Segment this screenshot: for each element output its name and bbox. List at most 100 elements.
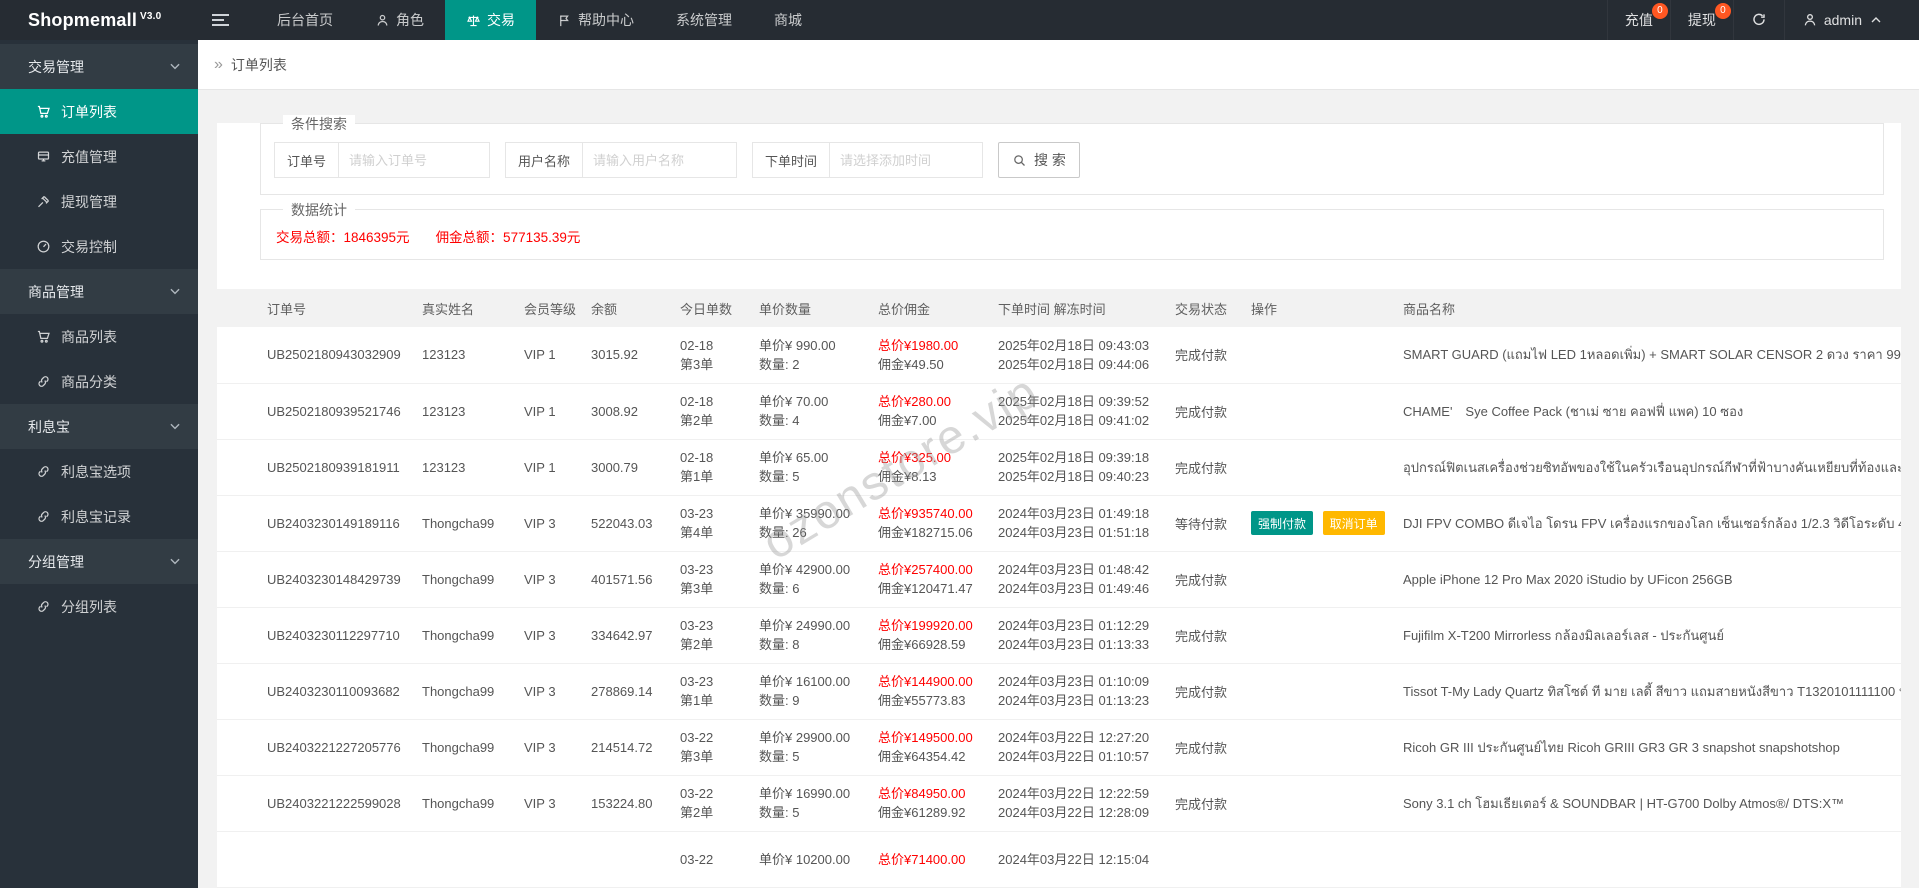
username-input[interactable] bbox=[583, 143, 737, 177]
link-icon bbox=[38, 511, 49, 522]
col-header-unit-qty: 单价数量 bbox=[759, 289, 878, 327]
trade-status: 完成付款 bbox=[1175, 404, 1228, 420]
quantity: 数量: 4 bbox=[759, 413, 800, 428]
today-seq: 第2单 bbox=[680, 637, 714, 652]
today-date: 03-22 bbox=[680, 786, 714, 801]
real-name: Thongcha99 bbox=[422, 627, 495, 643]
order-time: 2024年03月23日 01:48:42 bbox=[998, 562, 1150, 577]
trade-status: 完成付款 bbox=[1175, 628, 1228, 644]
link-icon bbox=[38, 601, 49, 612]
commission: 佣金¥182715.06 bbox=[878, 525, 973, 540]
order-time-input[interactable] bbox=[830, 143, 983, 177]
sidebar-item-group-list[interactable]: 分组列表 bbox=[0, 584, 198, 629]
nav-item-help[interactable]: 帮助中心 bbox=[536, 0, 655, 40]
withdraw-link[interactable]: 提现 0 bbox=[1669, 0, 1733, 40]
cart-icon bbox=[37, 330, 50, 343]
recharge-link[interactable]: 充值 0 bbox=[1606, 0, 1670, 40]
order-no: UB2403230149189116 bbox=[267, 515, 400, 531]
app-title: Shopmemall bbox=[28, 9, 138, 30]
balance: 3000.79 bbox=[591, 459, 638, 475]
today-seq: 第3单 bbox=[680, 356, 714, 372]
sidebar-group-grouping[interactable]: 分组管理 bbox=[0, 539, 198, 584]
table-row: UB2403230110093682 Thongcha99 VIP 3 2788… bbox=[217, 663, 1901, 720]
real-name: 123123 bbox=[422, 347, 466, 363]
order-time: 2025年02月18日 09:39:52 bbox=[998, 394, 1150, 409]
force-pay-button[interactable]: 强制付款 bbox=[1251, 511, 1314, 535]
today-date: 03-22 bbox=[680, 851, 714, 867]
product-name: Tissot T-My Lady Quartz ทิสโซต์ ที มาย เ… bbox=[1403, 683, 1901, 699]
today-date: 03-23 bbox=[680, 562, 714, 577]
sidebar-collapse-button[interactable] bbox=[198, 0, 242, 40]
sidebar-item-withdraw-mgmt[interactable]: 提现管理 bbox=[0, 179, 198, 224]
table-row: UB2502180939521746 123123 VIP 1 3008.92 … bbox=[217, 383, 1901, 440]
col-header-real-name: 真实姓名 bbox=[422, 289, 524, 327]
order-time-field-group: 下单时间 bbox=[752, 142, 984, 178]
cancel-order-button[interactable]: 取消订单 bbox=[1322, 511, 1385, 535]
sidebar-item-product-list[interactable]: 商品列表 bbox=[0, 314, 198, 359]
balance: 401571.56 bbox=[591, 571, 653, 587]
stats-panel-legend: 数据统计 bbox=[283, 201, 355, 219]
unit-price: 单价¥ 70.00 bbox=[759, 394, 829, 409]
sidebar-group-trade-mgmt[interactable]: 交易管理 bbox=[0, 44, 198, 89]
sidebar-group-interest[interactable]: 利息宝 bbox=[0, 404, 198, 449]
sidebar-item-order-list[interactable]: 订单列表 bbox=[0, 89, 198, 134]
nav-item-role[interactable]: 角色 bbox=[354, 0, 445, 40]
refresh-button[interactable] bbox=[1732, 0, 1784, 40]
breadcrumb: » 订单列表 bbox=[198, 40, 1919, 90]
cart-icon bbox=[37, 105, 50, 118]
real-name: 123123 bbox=[422, 459, 466, 475]
order-time: 2024年03月23日 01:49:18 bbox=[998, 506, 1150, 521]
unit-price: 单价¥ 35990.00 bbox=[759, 506, 851, 521]
vip-level: VIP 3 bbox=[524, 739, 556, 755]
search-button[interactable]: 搜 索 bbox=[998, 142, 1080, 178]
quantity: 数量: 2 bbox=[759, 356, 800, 372]
trade-status: 完成付款 bbox=[1175, 348, 1228, 364]
nav-item-mall[interactable]: 商城 bbox=[753, 0, 823, 40]
nav-item-dashboard[interactable]: 后台首页 bbox=[256, 0, 354, 40]
user-menu[interactable]: admin bbox=[1783, 0, 1901, 40]
balance: 522043.03 bbox=[591, 515, 653, 531]
sidebar-item-trade-control[interactable]: 交易控制 bbox=[0, 224, 198, 269]
unfreeze-time: 2024年03月23日 01:13:33 bbox=[998, 637, 1150, 652]
withdraw-badge: 0 bbox=[1714, 3, 1731, 19]
chevron-down-icon bbox=[170, 558, 180, 565]
total-price: 总价¥280.00 bbox=[878, 394, 951, 409]
content-card: 条件搜索 订单号 用户名称 下单时间 搜 索 数据统计 交易总额：184639 bbox=[217, 115, 1901, 888]
col-header-product: 商品名称 bbox=[1403, 289, 1901, 327]
sidebar-item-recharge-mgmt[interactable]: 充值管理 bbox=[0, 134, 198, 179]
total-trade-amount: 交易总额：1846395元 bbox=[276, 230, 410, 245]
order-no: UB2502180939521746 bbox=[267, 403, 401, 419]
unit-price: 单价¥ 16990.00 bbox=[759, 786, 851, 801]
today-seq: 第1单 bbox=[680, 469, 714, 484]
unit-price: 单价¥ 42900.00 bbox=[759, 562, 851, 577]
nav-item-trade[interactable]: 交易 bbox=[445, 0, 536, 40]
trade-status: 完成付款 bbox=[1175, 572, 1228, 588]
product-name: Ricoh GR III ประกันศูนย์ไทย Ricoh GRIII … bbox=[1403, 739, 1840, 755]
order-time: 2024年03月23日 01:10:09 bbox=[998, 674, 1150, 689]
refresh-icon bbox=[1753, 13, 1765, 26]
sidebar-item-interest-options[interactable]: 利息宝选项 bbox=[0, 449, 198, 494]
order-no: UB2403230110093682 bbox=[267, 683, 400, 699]
order-no-label: 订单号 bbox=[275, 143, 340, 177]
commission: 佣金¥66928.59 bbox=[878, 637, 966, 652]
top-navbar: Shopmemall V3.0 后台首页 角色 交易 帮助中心 系统管理 商城 充… bbox=[0, 0, 1919, 40]
order-no: UB2403230148429739 bbox=[267, 571, 401, 587]
quantity: 数量: 5 bbox=[759, 805, 800, 820]
search-panel-legend: 条件搜索 bbox=[283, 115, 355, 133]
sidebar-item-interest-records[interactable]: 利息宝记录 bbox=[0, 494, 198, 539]
sidebar-group-product-mgmt[interactable]: 商品管理 bbox=[0, 269, 198, 314]
real-name: 123123 bbox=[422, 403, 466, 419]
unfreeze-time: 2024年03月23日 01:49:46 bbox=[998, 581, 1150, 596]
page-title: 订单列表 bbox=[230, 56, 287, 73]
nav-item-system[interactable]: 系统管理 bbox=[655, 0, 753, 40]
unit-price: 单价¥ 16100.00 bbox=[759, 674, 851, 689]
sidebar-item-product-category[interactable]: 商品分类 bbox=[0, 359, 198, 404]
order-no-input[interactable] bbox=[339, 143, 490, 177]
quantity: 数量: 5 bbox=[759, 469, 800, 484]
quantity: 数量: 26 bbox=[759, 525, 807, 540]
navbar-right: 充值 0 提现 0 admin bbox=[1606, 0, 1919, 40]
trade-status: 完成付款 bbox=[1175, 460, 1228, 476]
today-seq: 第2单 bbox=[680, 413, 714, 428]
trade-status: 完成付款 bbox=[1175, 796, 1228, 812]
total-price: 总价¥257400.00 bbox=[878, 562, 973, 577]
